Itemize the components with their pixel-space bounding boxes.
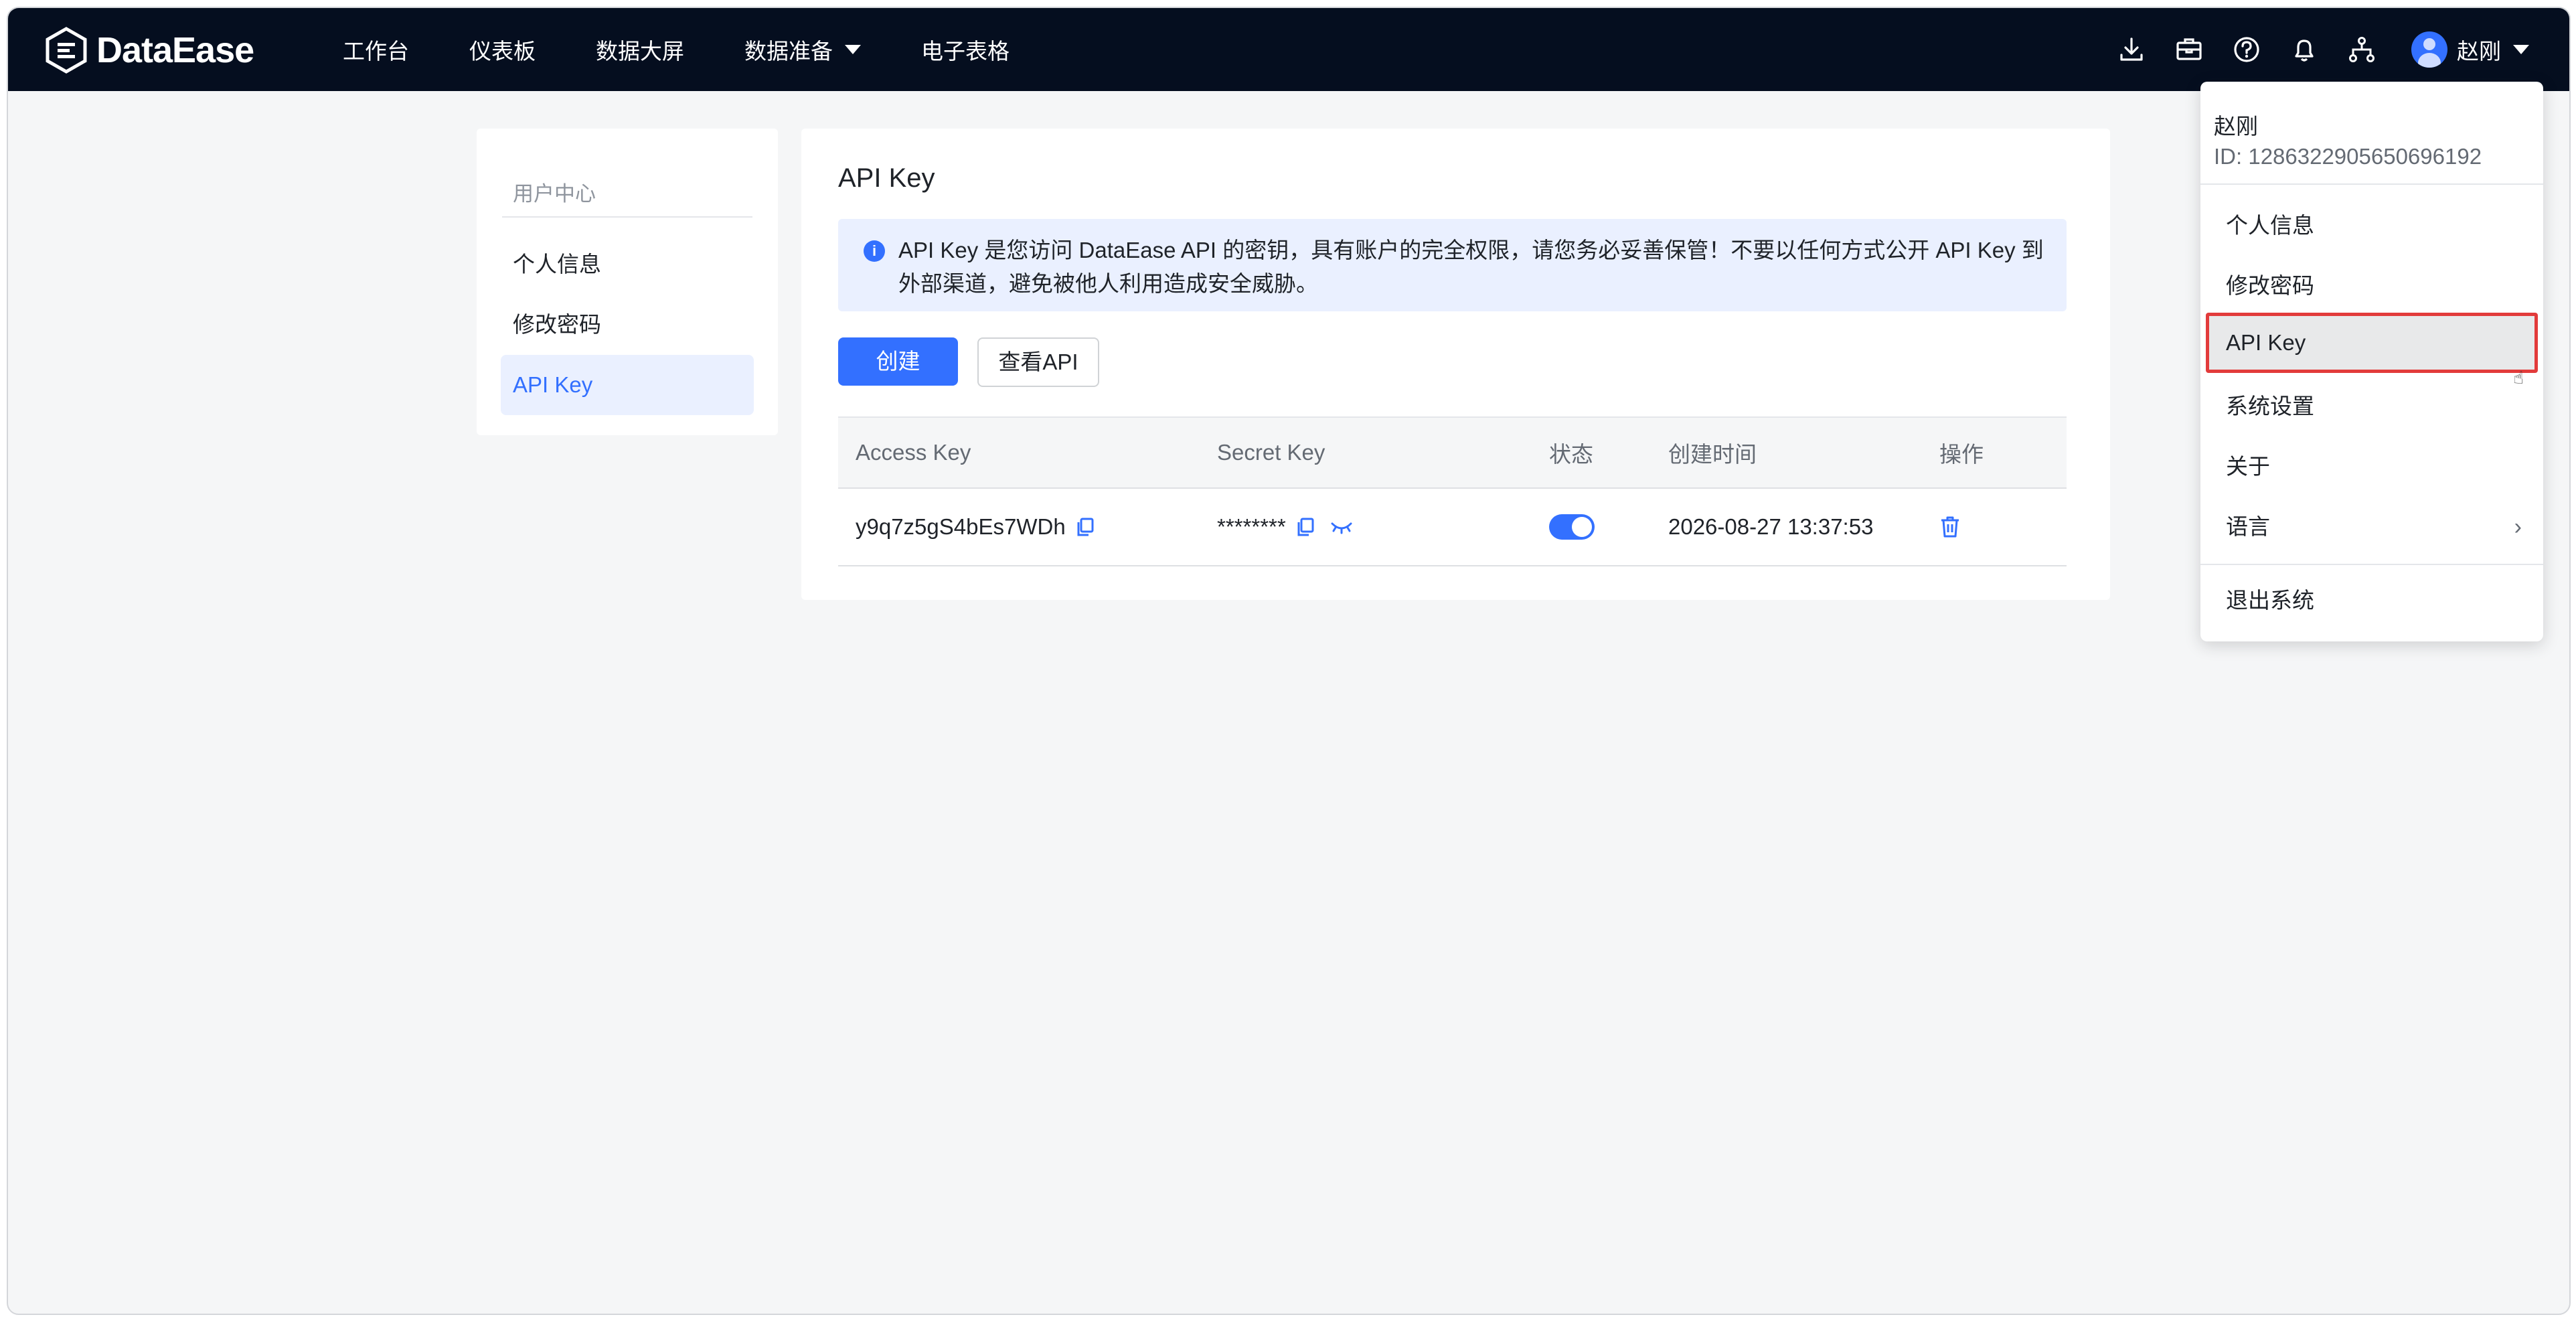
menu-item-language[interactable]: 语言 ›: [2206, 497, 2538, 557]
column-header: 操作: [1939, 442, 1984, 467]
nav-label: 数据大屏: [596, 39, 684, 64]
create-button[interactable]: 创建: [838, 337, 958, 386]
copy-icon[interactable]: [1075, 517, 1095, 537]
eye-closed-icon[interactable]: [1330, 520, 1353, 534]
download-icon[interactable]: [2115, 33, 2148, 66]
divider: [2200, 183, 2543, 185]
divider: [2200, 564, 2543, 565]
column-header: 状态: [1549, 442, 1593, 467]
menu-item-label: API Key: [2226, 330, 2306, 355]
dropdown-user-id: ID: 1286322905650696192: [2214, 144, 2482, 169]
dropdown-user-name: 赵刚: [2214, 114, 2258, 139]
nav-item-data-prep[interactable]: 数据准备: [744, 33, 861, 66]
status-cell: [1549, 489, 1595, 565]
created-time-cell: 2026-08-27 13:37:53: [1668, 514, 1874, 539]
dataease-logo-icon: [46, 27, 87, 74]
table-header: Access Key Secret Key 状态 创建时间 操作: [838, 416, 2067, 489]
nav-label: 仪表板: [469, 39, 536, 64]
api-key-table: Access Key Secret Key 状态 创建时间 操作 y9q7z5g…: [838, 416, 2067, 566]
user-center-sidebar: 用户中心 个人信息 修改密码 API Key: [477, 129, 778, 435]
nav-label: 数据准备: [744, 39, 833, 64]
trash-icon[interactable]: [1939, 516, 1961, 538]
avatar: [2411, 31, 2447, 68]
menu-item-system-settings[interactable]: 系统设置: [2206, 376, 2538, 437]
nav-item-data-screen[interactable]: 数据大屏: [596, 33, 684, 66]
logo-text: DataEase: [96, 30, 254, 70]
actions-cell: [1939, 489, 1961, 565]
access-key-cell: y9q7z5gS4bEs7WDh: [856, 489, 1095, 565]
menu-item-about[interactable]: 关于: [2206, 437, 2538, 497]
user-dropdown-menu: 赵刚 ID: 1286322905650696192 个人信息 修改密码 API…: [2200, 82, 2543, 641]
main-nav: 工作台 仪表板 数据大屏 数据准备 电子表格: [343, 8, 1070, 91]
menu-item-api-key[interactable]: API Key ☝: [2206, 313, 2538, 388]
page-title: API Key: [838, 163, 935, 193]
org-tree-icon[interactable]: [2346, 33, 2378, 66]
nav-item-spreadsheet[interactable]: 电子表格: [921, 33, 1010, 66]
top-navbar: DataEase 工作台 仪表板 数据大屏 数据准备 电子表格 赵刚: [8, 8, 2569, 91]
logo[interactable]: DataEase: [43, 27, 254, 74]
user-name: 赵刚: [2457, 39, 2501, 64]
info-icon: i: [864, 240, 885, 262]
secret-key-value: ********: [1217, 514, 1286, 539]
copy-icon[interactable]: [1295, 517, 1315, 537]
view-api-button[interactable]: 查看API: [977, 337, 1099, 387]
sidebar-title: 用户中心: [513, 182, 596, 206]
secret-key-cell: ********: [1217, 489, 1353, 565]
sidebar-item-profile[interactable]: 个人信息: [501, 234, 754, 295]
access-key-value: y9q7z5gS4bEs7WDh: [856, 514, 1066, 539]
caret-down-icon: [845, 45, 861, 54]
sidebar-item-api-key[interactable]: API Key: [501, 355, 754, 415]
alert-text: API Key 是您访问 DataEase API 的密钥，具有账户的完全权限，…: [898, 238, 2044, 296]
nav-label: 电子表格: [921, 39, 1010, 64]
api-key-panel: API Key i API Key 是您访问 DataEase API 的密钥，…: [801, 129, 2110, 600]
sidebar-item-change-password[interactable]: 修改密码: [501, 295, 754, 355]
divider: [502, 216, 752, 218]
caret-down-icon: [2513, 45, 2529, 54]
app-window: DataEase 工作台 仪表板 数据大屏 数据准备 电子表格 赵刚 用户中心 …: [7, 7, 2571, 1315]
table-row: y9q7z5gS4bEs7WDh ******** 2026-08-27 13:…: [838, 489, 2067, 566]
nav-item-workbench[interactable]: 工作台: [343, 33, 409, 66]
user-menu-trigger[interactable]: 赵刚: [2411, 31, 2529, 68]
status-toggle[interactable]: [1549, 514, 1595, 540]
column-header: Secret Key: [1217, 440, 1325, 465]
toolbox-icon[interactable]: [2173, 33, 2205, 66]
chevron-right-icon: ›: [2514, 514, 2522, 540]
column-header: 创建时间: [1668, 442, 1757, 467]
nav-item-dashboard[interactable]: 仪表板: [469, 33, 536, 66]
menu-item-logout[interactable]: 退出系统: [2206, 570, 2538, 631]
info-alert: i API Key 是您访问 DataEase API 的密钥，具有账户的完全权…: [838, 219, 2067, 311]
menu-item-label: 语言: [2226, 514, 2270, 539]
menu-item-change-password[interactable]: 修改密码: [2206, 256, 2538, 316]
bell-icon[interactable]: [2288, 33, 2320, 66]
help-icon[interactable]: [2231, 33, 2263, 66]
header-actions: 赵刚: [2090, 8, 2529, 91]
column-header: Access Key: [856, 440, 971, 465]
menu-item-profile[interactable]: 个人信息: [2206, 196, 2538, 256]
nav-label: 工作台: [343, 39, 409, 64]
